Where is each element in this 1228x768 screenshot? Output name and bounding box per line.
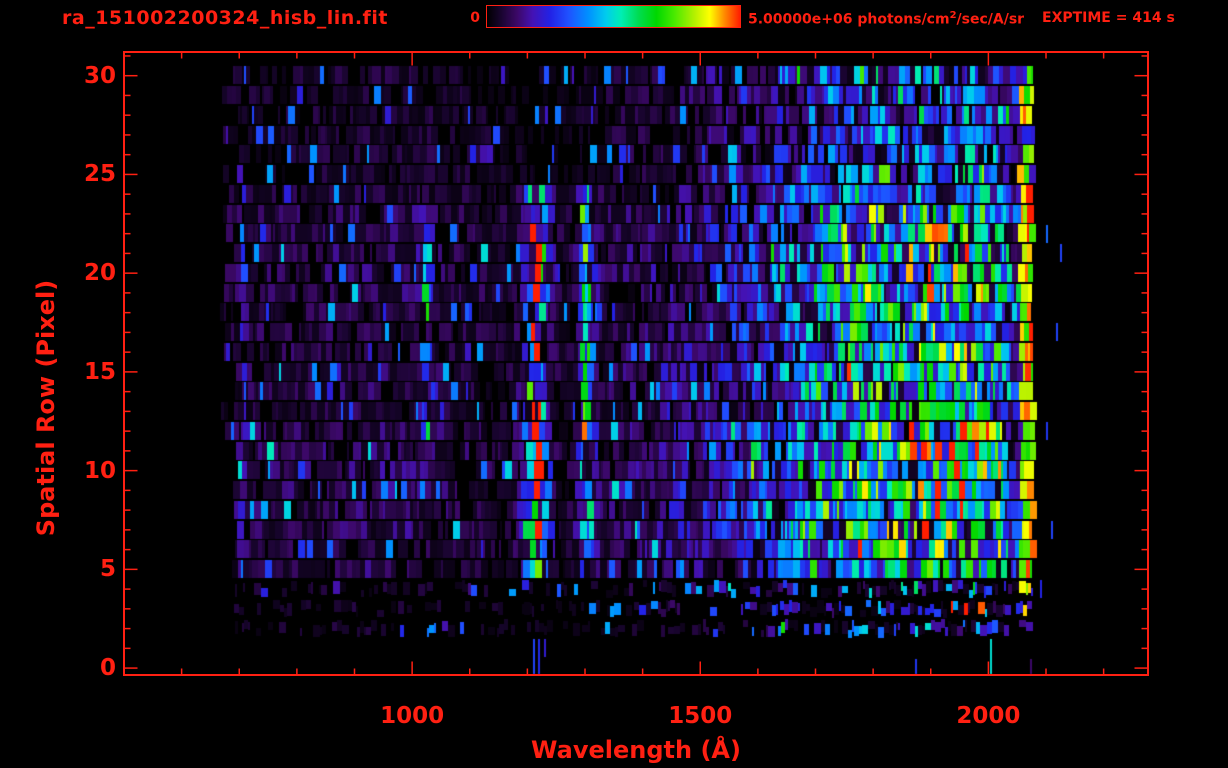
y-tick-label: 10: [83, 457, 116, 484]
spectrogram-viewer-window: ra_151002200324_hisb_lin.fit 0 5.00000e+…: [0, 0, 1228, 768]
spectrogram-heatmap-canvas: [124, 52, 1148, 675]
y-axis-title: Spatial Row (Pixel): [32, 279, 60, 537]
colorbar-units-suffix: /sec/A/sr: [956, 11, 1025, 28]
x-tick-label: 1000: [380, 703, 445, 729]
colorbar-max-value: 5.00000e+06 photons/cm: [748, 11, 950, 28]
filename-title: ra_151002200324_hisb_lin.fit: [62, 7, 388, 29]
y-tick-label: 20: [83, 260, 116, 287]
x-tick-label: 2000: [956, 703, 1021, 729]
y-tick-label: 15: [83, 358, 116, 385]
x-axis-title: Wavelength (Å): [531, 736, 741, 764]
x-tick-label: 1500: [668, 703, 733, 729]
y-tick-label: 25: [83, 161, 116, 188]
colorbar-min-label: 0: [470, 10, 480, 26]
colorbar-max-label: 5.00000e+06 photons/cm2/sec/A/sr: [748, 10, 1024, 28]
y-tick-label: 30: [83, 62, 116, 89]
y-tick-label: 0: [99, 655, 116, 682]
colorbar-gradient: [486, 5, 741, 28]
y-tick-label: 5: [99, 556, 116, 583]
exptime-label: EXPTIME = 414 s: [1042, 10, 1175, 26]
colorbar-units-superscript: 2: [949, 10, 957, 21]
